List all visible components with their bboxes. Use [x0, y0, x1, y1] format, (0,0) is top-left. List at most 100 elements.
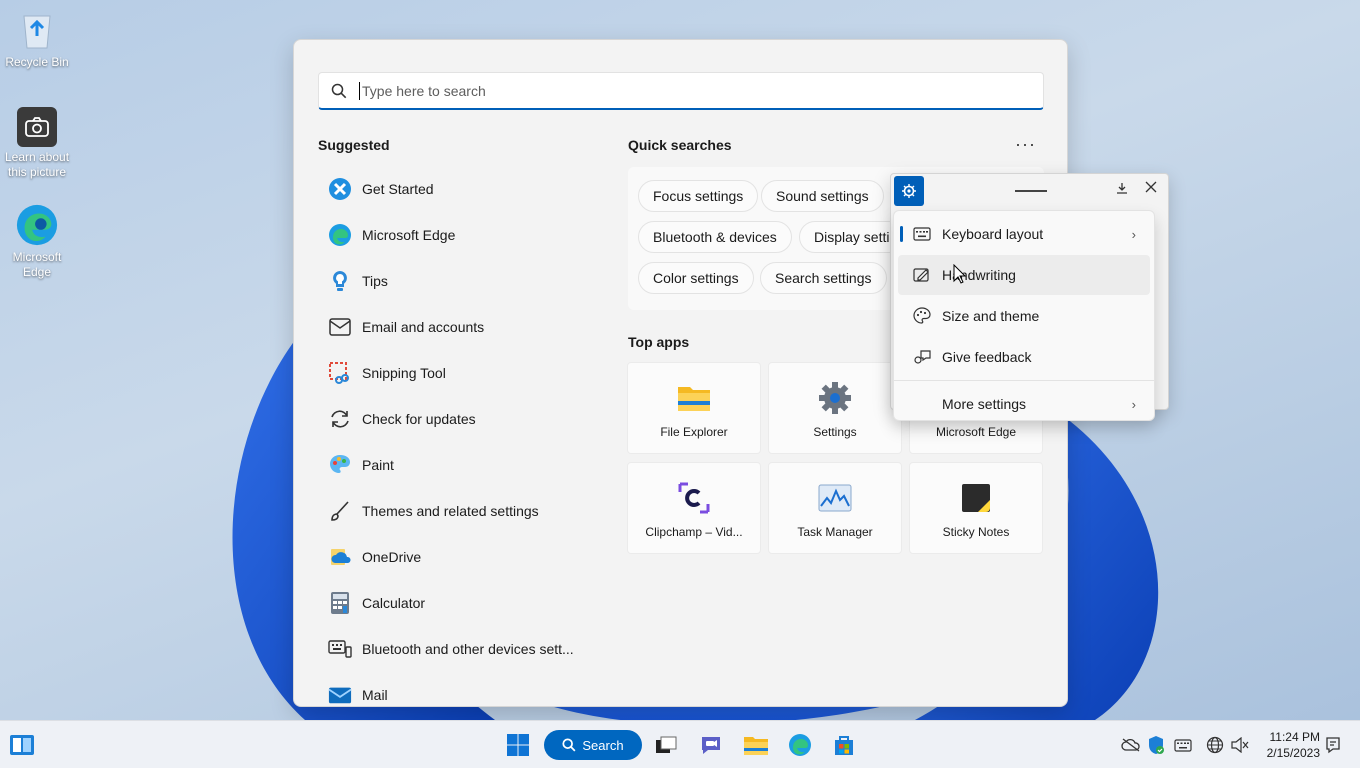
search-box[interactable]	[318, 72, 1044, 110]
store-icon	[835, 736, 853, 755]
search-input[interactable]	[362, 82, 1043, 99]
menu-item-label: Give feedback	[942, 349, 1032, 365]
onedrive-icon	[328, 545, 352, 569]
menu-item-label: Size and theme	[942, 308, 1040, 324]
menu-item-label: Keyboard layout	[942, 226, 1044, 242]
task-view-icon	[656, 736, 677, 753]
suggested-item-get-started[interactable]: Get Started	[318, 166, 598, 212]
teams-chat-button[interactable]	[695, 729, 727, 761]
notifications-icon[interactable]	[1322, 734, 1344, 756]
keyboard-settings-gear-icon[interactable]	[894, 176, 924, 206]
security-shield-icon[interactable]	[1145, 734, 1167, 756]
palette-icon	[912, 306, 932, 326]
edge-icon	[789, 734, 811, 756]
snipping-tool-icon	[328, 361, 352, 385]
app-tile-label: Settings	[813, 425, 857, 439]
dock-icon[interactable]	[1116, 182, 1128, 197]
suggested-item-edge[interactable]: Microsoft Edge	[318, 212, 598, 258]
desktop-icon-recycle-bin[interactable]: Recycle Bin	[1, 8, 73, 70]
menu-item-label: More settings	[942, 396, 1027, 412]
desktop-icon-learn-about-picture[interactable]: Learn about this picture	[1, 107, 73, 180]
windows-logo-icon	[507, 734, 529, 756]
more-options-icon[interactable]: ···	[1015, 134, 1036, 155]
suggested-item-tips[interactable]: Tips	[318, 258, 598, 304]
touch-keyboard-icon[interactable]	[1172, 734, 1194, 756]
keyboard-settings-menu: Keyboard layout › Handwriting Size and t…	[893, 210, 1155, 421]
onedrive-offline-icon[interactable]	[1120, 734, 1142, 756]
suggested-item-label: Snipping Tool	[362, 365, 446, 381]
suggested-item-snipping-tool[interactable]: Snipping Tool	[318, 350, 598, 396]
menu-item-more-settings[interactable]: More settings ›	[898, 384, 1150, 424]
chat-icon	[702, 737, 720, 754]
chip-display-settings[interactable]: Display setti	[799, 221, 905, 253]
top-app-settings[interactable]: Settings	[768, 362, 902, 454]
suggested-item-themes[interactable]: Themes and related settings	[318, 488, 598, 534]
desktop-icon-label: Learn about this picture	[4, 150, 70, 179]
file-explorer-button[interactable]	[740, 729, 772, 761]
suggested-item-label: Check for updates	[362, 411, 476, 427]
suggested-item-label: Calculator	[362, 595, 426, 611]
recycle-bin-icon	[15, 8, 59, 52]
search-icon	[319, 83, 359, 99]
mail-icon	[328, 683, 352, 706]
top-app-task-manager[interactable]: Task Manager	[768, 462, 902, 554]
volume-muted-icon[interactable]	[1229, 734, 1251, 756]
suggested-item-label: Bluetooth and other devices sett...	[362, 641, 574, 657]
clipchamp-icon	[677, 481, 711, 515]
task-view-button[interactable]	[650, 729, 682, 761]
chip-color-settings[interactable]: Color settings	[638, 262, 754, 294]
clock-time: 11:24 PM	[1269, 730, 1320, 744]
suggested-item-label: Paint	[362, 457, 394, 473]
taskbar-search-button[interactable]: Search	[544, 730, 642, 760]
taskbar-clock[interactable]: 11:24 PM 2/15/2023	[1256, 729, 1320, 761]
suggested-heading: Suggested	[318, 137, 390, 153]
desktop-icon-label: Recycle Bin	[5, 55, 69, 69]
top-app-clipchamp[interactable]: Clipchamp – Vid...	[627, 462, 761, 554]
suggested-item-calculator[interactable]: Calculator	[318, 580, 598, 626]
suggested-item-email-accounts[interactable]: Email and accounts	[318, 304, 598, 350]
folder-icon	[744, 737, 768, 755]
suggested-item-bluetooth-devices[interactable]: Bluetooth and other devices sett...	[318, 626, 598, 672]
edge-button[interactable]	[784, 729, 816, 761]
paint-icon	[328, 453, 352, 477]
menu-item-keyboard-layout[interactable]: Keyboard layout ›	[898, 214, 1150, 254]
camera-icon	[17, 107, 57, 147]
start-button[interactable]	[502, 729, 534, 761]
mouse-cursor-icon	[953, 264, 967, 284]
menu-item-give-feedback[interactable]: Give feedback	[898, 337, 1150, 377]
clock-date: 2/15/2023	[1266, 746, 1320, 760]
task-manager-icon	[818, 481, 852, 515]
chip-sound-settings[interactable]: Sound settings	[761, 180, 884, 212]
widgets-button[interactable]	[6, 729, 38, 761]
suggested-item-mail[interactable]: Mail	[318, 672, 598, 706]
settings-gear-icon	[818, 381, 852, 415]
chip-focus-settings[interactable]: Focus settings	[638, 180, 759, 212]
top-app-sticky-notes[interactable]: Sticky Notes	[909, 462, 1043, 554]
menu-item-size-theme[interactable]: Size and theme	[898, 296, 1150, 336]
top-app-file-explorer[interactable]: File Explorer	[627, 362, 761, 454]
chip-search-settings[interactable]: Search settings	[760, 262, 887, 294]
suggested-item-paint[interactable]: Paint	[318, 442, 598, 488]
pen-icon	[912, 265, 932, 285]
suggested-item-onedrive[interactable]: OneDrive	[318, 534, 598, 580]
keyboard-icon	[912, 224, 932, 244]
menu-item-handwriting[interactable]: Handwriting	[898, 255, 1150, 295]
mail-outline-icon	[328, 315, 352, 339]
folder-icon	[677, 381, 711, 415]
network-globe-icon[interactable]	[1204, 734, 1226, 756]
suggested-item-check-updates[interactable]: Check for updates	[318, 396, 598, 442]
menu-separator	[894, 380, 1154, 381]
drag-handle[interactable]	[1015, 190, 1047, 192]
chip-bluetooth-devices[interactable]: Bluetooth & devices	[638, 221, 792, 253]
desktop-icon-edge[interactable]: Microsoft Edge	[1, 203, 73, 280]
suggested-item-label: OneDrive	[362, 549, 422, 565]
calculator-icon	[328, 591, 352, 615]
tips-icon	[328, 269, 352, 293]
taskbar: Search 11:24 PM 2/15/2023	[0, 720, 1360, 768]
desktop-icon-label: Microsoft Edge	[12, 250, 62, 279]
store-button[interactable]	[828, 729, 860, 761]
app-tile-label: Clipchamp – Vid...	[645, 525, 743, 539]
edge-icon	[15, 203, 59, 247]
close-icon[interactable]	[1145, 180, 1157, 198]
quick-searches-heading: Quick searches	[628, 137, 732, 153]
